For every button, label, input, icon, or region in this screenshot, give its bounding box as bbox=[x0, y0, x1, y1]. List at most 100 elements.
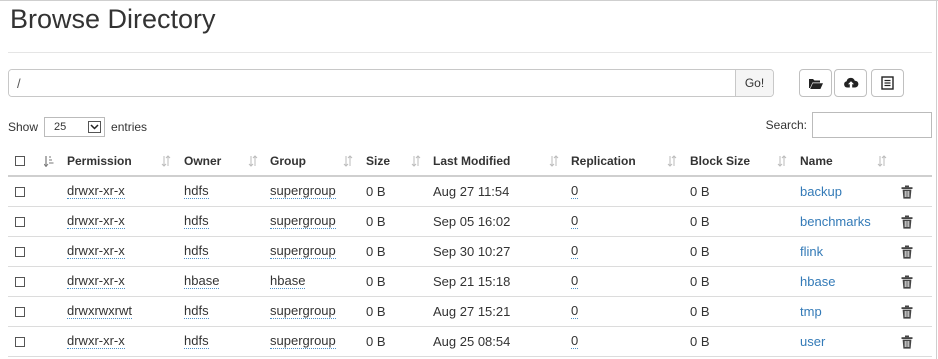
permission-cell: drwxr-xr-x bbox=[67, 327, 125, 356]
directory-name-link[interactable]: benchmarks bbox=[800, 214, 871, 229]
column-header-owner[interactable]: Owner bbox=[184, 146, 221, 175]
row-checkbox[interactable] bbox=[15, 306, 25, 317]
permission-cell: drwxrwxrwt bbox=[67, 297, 132, 326]
sort-icon[interactable] bbox=[161, 155, 171, 167]
replication-value[interactable]: 0 bbox=[571, 304, 579, 319]
directory-name-link[interactable]: flink bbox=[800, 244, 823, 259]
search-control: Search: bbox=[766, 112, 932, 138]
row-checkbox[interactable] bbox=[15, 336, 25, 347]
directory-name-link[interactable]: user bbox=[800, 334, 825, 349]
row-checkbox[interactable] bbox=[15, 186, 25, 197]
sort-ascending-icon[interactable] bbox=[44, 155, 54, 167]
go-button[interactable]: Go! bbox=[735, 70, 773, 96]
search-input[interactable] bbox=[812, 112, 932, 138]
sort-icon[interactable] bbox=[777, 155, 787, 167]
group-cell: supergroup bbox=[270, 297, 336, 326]
entries-select[interactable]: 25 bbox=[44, 117, 106, 137]
group-value[interactable]: supergroup bbox=[270, 184, 336, 199]
group-cell: supergroup bbox=[270, 177, 336, 206]
title-divider bbox=[8, 52, 932, 53]
trash-icon[interactable] bbox=[901, 305, 913, 319]
owner-value[interactable]: hdfs bbox=[184, 244, 209, 259]
row-checkbox-cell bbox=[15, 207, 25, 236]
table-row: drwxr-xr-x hbase hbase 0 B Sep 21 15:18 … bbox=[8, 267, 932, 297]
table-row: drwxr-xr-x hdfs supergroup 0 B Sep 05 16… bbox=[8, 207, 932, 237]
path-input[interactable] bbox=[9, 70, 735, 96]
group-value[interactable]: supergroup bbox=[270, 304, 336, 319]
block-size-cell: 0 B bbox=[690, 177, 710, 206]
permission-value[interactable]: drwxrwxrwt bbox=[67, 304, 132, 319]
block-size-value: 0 B bbox=[690, 274, 710, 289]
permission-value[interactable]: drwxr-xr-x bbox=[67, 244, 125, 259]
trash-icon[interactable] bbox=[901, 185, 913, 199]
permission-value[interactable]: drwxr-xr-x bbox=[67, 334, 125, 349]
group-value[interactable]: supergroup bbox=[270, 244, 336, 259]
folder-open-icon bbox=[808, 78, 823, 89]
owner-cell: hdfs bbox=[184, 207, 209, 236]
owner-cell: hdfs bbox=[184, 237, 209, 266]
trash-icon[interactable] bbox=[901, 215, 913, 229]
owner-value[interactable]: hdfs bbox=[184, 214, 209, 229]
column-header-last-modified[interactable]: Last Modified bbox=[433, 146, 510, 175]
directory-name-link[interactable]: hbase bbox=[800, 274, 835, 289]
table-row: drwxrwxrwt hdfs supergroup 0 B Aug 27 15… bbox=[8, 297, 932, 327]
owner-value[interactable]: hdfs bbox=[184, 184, 209, 199]
table-row: drwxr-xr-x hdfs supergroup 0 B Aug 25 08… bbox=[8, 327, 932, 357]
select-all-checkbox[interactable] bbox=[15, 155, 25, 166]
permission-value[interactable]: drwxr-xr-x bbox=[67, 214, 125, 229]
row-checkbox[interactable] bbox=[15, 276, 25, 287]
size-cell: 0 B bbox=[366, 177, 386, 206]
replication-value[interactable]: 0 bbox=[571, 244, 579, 259]
sort-icon[interactable] bbox=[549, 155, 559, 167]
owner-value[interactable]: hbase bbox=[184, 274, 220, 289]
trash-icon[interactable] bbox=[901, 335, 913, 349]
last-modified-value: Sep 21 15:18 bbox=[433, 274, 511, 289]
owner-value[interactable]: hdfs bbox=[184, 304, 209, 319]
block-size-value: 0 B bbox=[690, 244, 710, 259]
sort-icon[interactable] bbox=[667, 155, 677, 167]
sort-icon[interactable] bbox=[343, 155, 353, 167]
replication-value[interactable]: 0 bbox=[571, 184, 579, 199]
directory-name-link[interactable]: tmp bbox=[800, 304, 822, 319]
name-cell: benchmarks bbox=[800, 207, 871, 236]
row-checkbox-cell bbox=[15, 297, 25, 326]
last-modified-value: Aug 27 11:54 bbox=[433, 184, 510, 199]
block-size-cell: 0 B bbox=[690, 297, 710, 326]
cut-paste-button[interactable] bbox=[871, 69, 904, 97]
group-value[interactable]: hbase bbox=[270, 274, 306, 289]
column-header-permission[interactable]: Permission bbox=[67, 146, 132, 175]
permission-value[interactable]: drwxr-xr-x bbox=[67, 184, 125, 199]
size-cell: 0 B bbox=[366, 297, 386, 326]
column-header-name[interactable]: Name bbox=[800, 146, 833, 175]
row-checkbox[interactable] bbox=[15, 246, 25, 257]
replication-value[interactable]: 0 bbox=[571, 214, 579, 229]
sort-icon[interactable] bbox=[248, 155, 258, 167]
group-cell: supergroup bbox=[270, 237, 336, 266]
replication-value[interactable]: 0 bbox=[571, 334, 579, 349]
upload-files-button[interactable] bbox=[834, 69, 867, 97]
sort-icon[interactable] bbox=[411, 155, 421, 167]
column-header-size[interactable]: Size bbox=[366, 146, 390, 175]
trash-icon[interactable] bbox=[901, 275, 913, 289]
group-value[interactable]: supergroup bbox=[270, 214, 336, 229]
row-checkbox-cell bbox=[15, 327, 25, 356]
block-size-value: 0 B bbox=[690, 184, 710, 199]
column-header-block-size[interactable]: Block Size bbox=[690, 146, 750, 175]
last-modified-value: Aug 27 15:21 bbox=[433, 304, 511, 319]
row-checkbox[interactable] bbox=[15, 216, 25, 227]
column-header-group[interactable]: Group bbox=[270, 146, 306, 175]
owner-cell: hdfs bbox=[184, 327, 209, 356]
directory-name-link[interactable]: backup bbox=[800, 184, 842, 199]
permission-value[interactable]: drwxr-xr-x bbox=[67, 274, 125, 289]
size-value: 0 B bbox=[366, 274, 386, 289]
last-modified-value: Aug 25 08:54 bbox=[433, 334, 511, 349]
last-modified-value: Sep 30 10:27 bbox=[433, 244, 511, 259]
owner-value[interactable]: hdfs bbox=[184, 334, 209, 349]
trash-icon[interactable] bbox=[901, 245, 913, 259]
replication-value[interactable]: 0 bbox=[571, 274, 579, 289]
create-directory-button[interactable] bbox=[799, 69, 832, 97]
sort-icon[interactable] bbox=[877, 155, 887, 167]
column-header-replication[interactable]: Replication bbox=[571, 146, 636, 175]
size-cell: 0 B bbox=[366, 267, 386, 296]
group-value[interactable]: supergroup bbox=[270, 334, 336, 349]
